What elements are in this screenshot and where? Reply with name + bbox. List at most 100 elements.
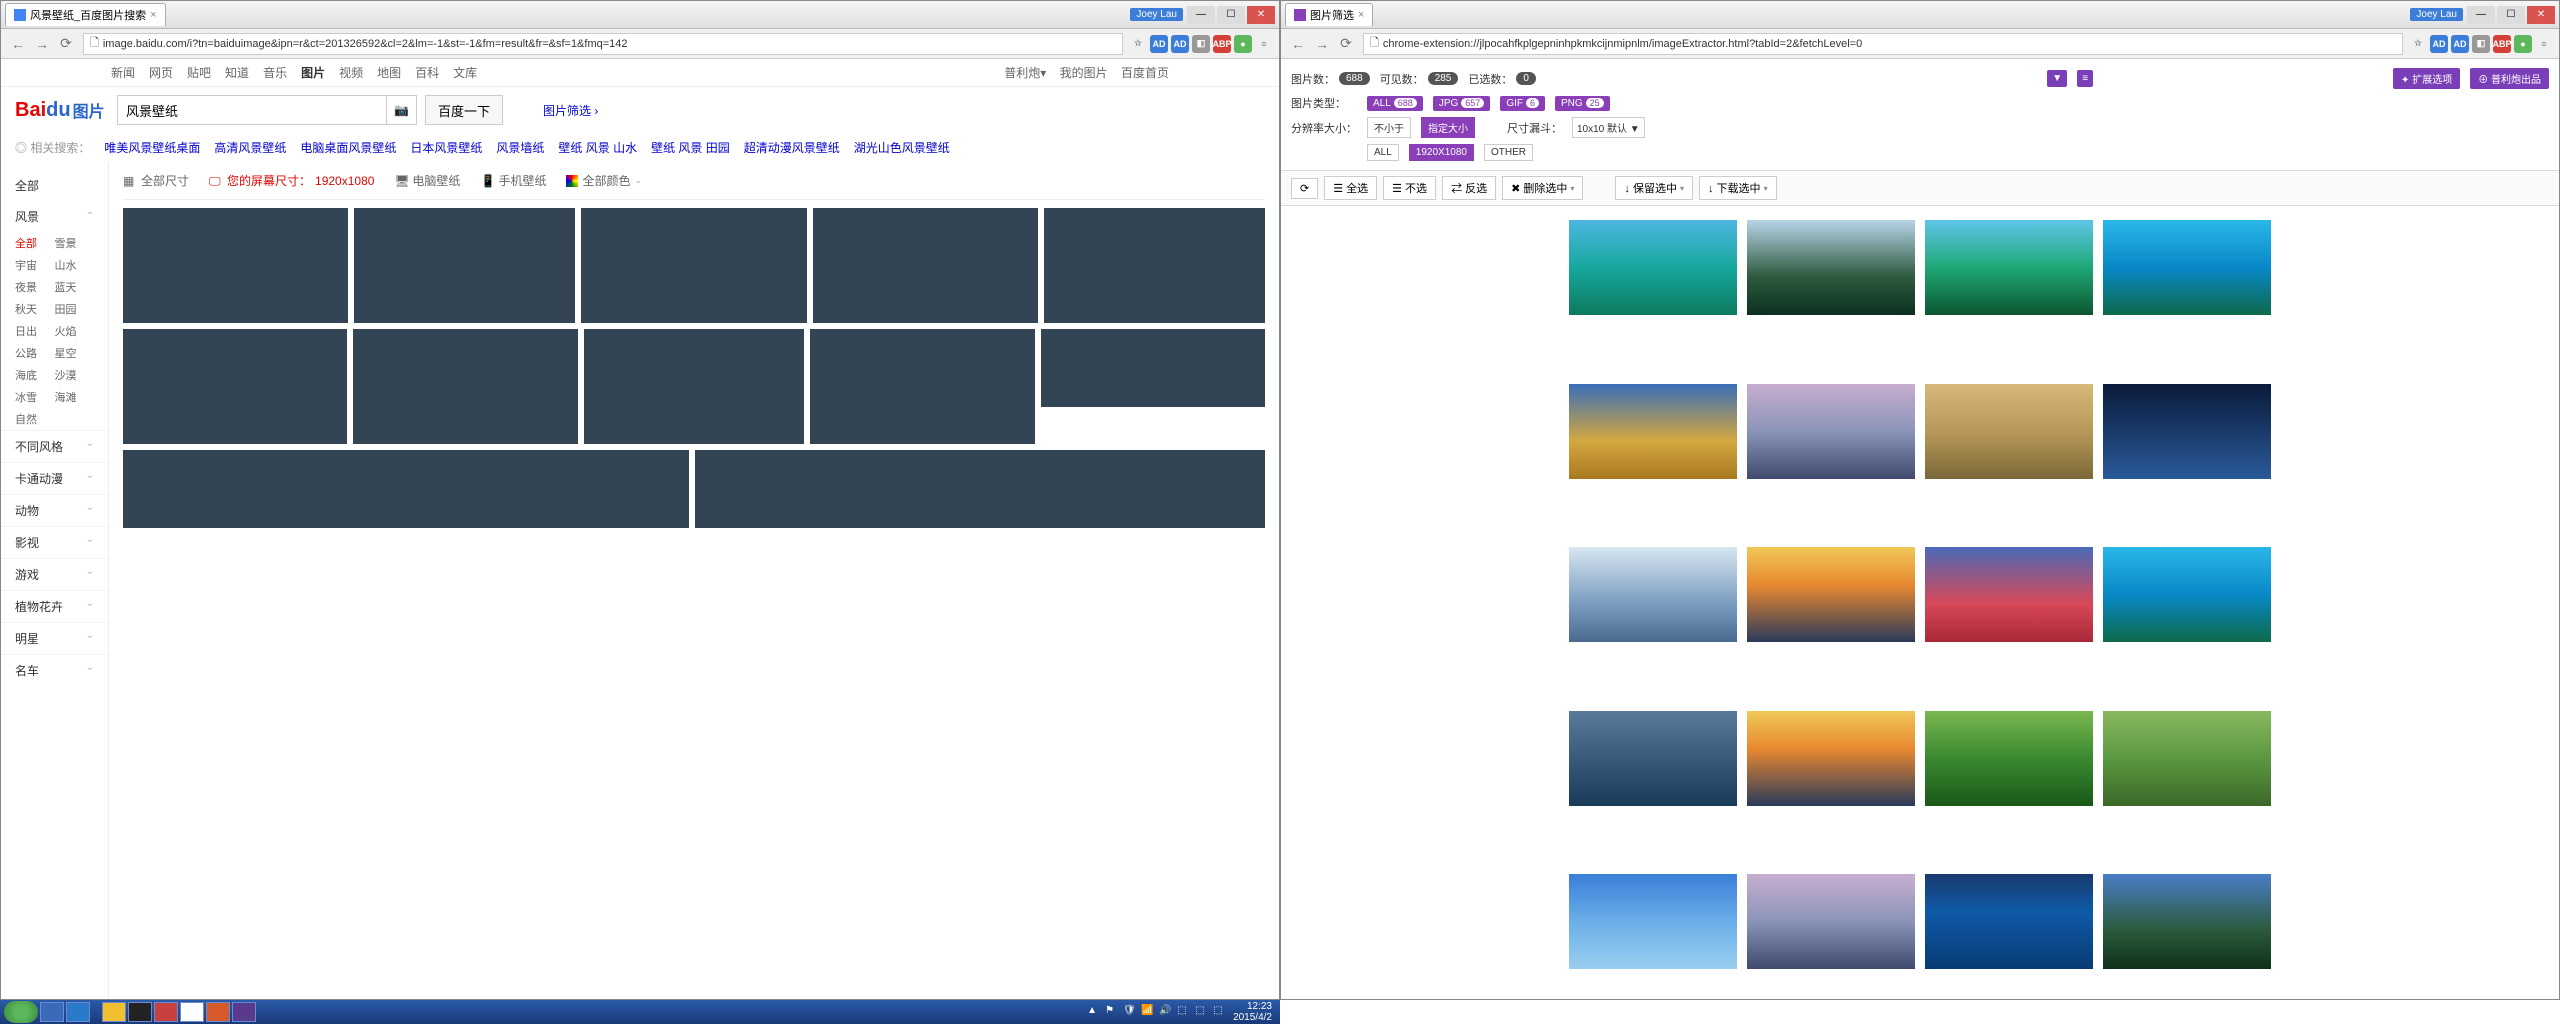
sidebar-cat[interactable]: 游戏⌄ <box>1 558 108 590</box>
left-titlebar[interactable]: 风景壁纸_百度图片搜索 × Joey Lau — ☐ ✕ <box>1 1 1279 29</box>
type-png-button[interactable]: PNG25 <box>1555 96 1610 111</box>
image-thumb[interactable] <box>1044 208 1265 323</box>
ext-green-icon[interactable]: ● <box>2514 35 2532 53</box>
image-thumb[interactable] <box>123 208 348 323</box>
start-button[interactable] <box>4 1001 38 1023</box>
tray-icon[interactable]: 📶 <box>1141 1005 1155 1019</box>
subcat-item[interactable]: 宇宙 <box>15 257 55 273</box>
nav-video[interactable]: 视频 <box>339 64 363 81</box>
related-link[interactable]: 壁纸 风景 田园 <box>651 139 730 156</box>
ext-thumb[interactable] <box>1925 220 2093 315</box>
close-button[interactable]: ✕ <box>2527 6 2555 24</box>
maximize-button[interactable]: ☐ <box>1217 6 1245 24</box>
ext-thumb[interactable] <box>1569 220 1737 315</box>
close-button[interactable]: ✕ <box>1247 6 1275 24</box>
subcat-item[interactable]: 星空 <box>55 345 95 361</box>
related-link[interactable]: 日本风景壁纸 <box>410 139 482 156</box>
nav-tieba[interactable]: 贴吧 <box>187 64 211 81</box>
nav-myimg[interactable]: 我的图片 <box>1060 66 1108 80</box>
maximize-button[interactable]: ☐ <box>2497 6 2525 24</box>
tray-icon[interactable]: 🔊 <box>1159 1005 1173 1019</box>
res-other-button[interactable]: OTHER <box>1484 144 1533 161</box>
subcat-item[interactable]: 全部 <box>15 235 55 251</box>
type-jpg-button[interactable]: JPG657 <box>1433 96 1490 111</box>
ext-ad-icon[interactable]: AD <box>2430 35 2448 53</box>
browser-tab[interactable]: 风景壁纸_百度图片搜索 × <box>5 3 166 26</box>
download-selected-button[interactable]: ↓ 下载选中▾ <box>1699 176 1777 200</box>
ext-thumb[interactable] <box>2103 874 2271 969</box>
sidebar-cat[interactable]: 不同风格⌄ <box>1 430 108 462</box>
res-all-button[interactable]: ALL <box>1367 144 1399 161</box>
res-min-button[interactable]: 不小于 <box>1367 117 1411 138</box>
browser-tab[interactable]: 图片筛选 × <box>1285 3 1373 26</box>
ext-thumb[interactable] <box>2103 711 2271 806</box>
ext-thumb[interactable] <box>1569 711 1737 806</box>
sidebar-cat[interactable]: 明星⌄ <box>1 622 108 654</box>
ext-thumb[interactable] <box>2103 384 2271 479</box>
ext-thumb[interactable] <box>1925 711 2093 806</box>
tab-close-icon[interactable]: × <box>1358 9 1364 21</box>
all-colors[interactable]: 全部颜色⌄ <box>566 172 642 189</box>
ext-thumb[interactable] <box>1569 547 1737 642</box>
taskbar-app-icon[interactable] <box>128 1002 152 1022</box>
select-all-button[interactable]: ☰ 全选 <box>1324 176 1377 200</box>
funnel-icon-button[interactable]: ▼ <box>2047 70 2067 87</box>
ext-ad2-icon[interactable]: AD <box>2451 35 2469 53</box>
image-thumb[interactable] <box>584 329 804 444</box>
image-thumb[interactable] <box>123 329 347 444</box>
ext-abp-icon[interactable]: ABP <box>2493 35 2511 53</box>
related-link[interactable]: 湖光山色风景壁纸 <box>854 139 950 156</box>
related-link[interactable]: 超清动漫风景壁纸 <box>744 139 840 156</box>
taskbar-chrome-icon[interactable] <box>102 1002 126 1022</box>
url-field[interactable]: 🗋 image.baidu.com/i?tn=baiduimage&ipn=r&… <box>83 33 1123 55</box>
windows-taskbar[interactable]: ▲ ⚑ 🛡 📶 🔊 ⬚ ⬚ ⬚ 12:23 2015/4/2 <box>0 1000 1280 1024</box>
nav-music[interactable]: 音乐 <box>263 64 287 81</box>
size-all[interactable]: ▦全部尺寸 <box>123 172 189 189</box>
menu-icon[interactable]: ≡ <box>2535 35 2553 53</box>
ext-gray-icon[interactable]: ◧ <box>2472 35 2490 53</box>
nav-web[interactable]: 网页 <box>149 64 173 81</box>
ext-thumb[interactable] <box>2103 220 2271 315</box>
camera-icon[interactable]: 📷 <box>387 95 417 125</box>
sidebar-cat[interactable]: 名车⌄ <box>1 654 108 686</box>
res-exact-button[interactable]: 指定大小 <box>1421 117 1475 138</box>
nav-user[interactable]: 普利炮▾ <box>1004 66 1046 80</box>
subcat-item[interactable]: 秋天 <box>15 301 55 317</box>
ext-thumb[interactable] <box>1569 874 1737 969</box>
ext-thumb[interactable] <box>1925 874 2093 969</box>
subcat-item[interactable]: 沙漠 <box>55 367 95 383</box>
tray-icon[interactable]: 🛡 <box>1123 1005 1137 1019</box>
subcat-item[interactable]: 蓝天 <box>55 279 95 295</box>
ext-thumb[interactable] <box>1925 384 2093 479</box>
funnel-select[interactable]: 10x10 默认 ▼ <box>1572 117 1645 138</box>
res-1920-button[interactable]: 1920X1080 <box>1409 144 1474 161</box>
your-screen[interactable]: 🖵您的屏幕尺寸：1920x1080 <box>209 172 374 189</box>
menu-icon[interactable]: ≡ <box>1255 35 1273 53</box>
ext-thumb[interactable] <box>1747 220 1915 315</box>
subcat-item[interactable]: 山水 <box>55 257 95 273</box>
subcat-item[interactable]: 冰雪 <box>15 389 55 405</box>
back-button[interactable]: ← <box>1287 33 1309 55</box>
taskbar-clock[interactable]: 12:23 2015/4/2 <box>1229 1001 1276 1023</box>
minimize-button[interactable]: — <box>1187 6 1215 24</box>
subcat-item[interactable]: 火焰 <box>55 323 95 339</box>
sidebar-cat[interactable]: 植物花卉⌄ <box>1 590 108 622</box>
sidebar-scenery[interactable]: 风景 ⌃ <box>1 201 108 232</box>
image-thumb[interactable] <box>810 329 1034 444</box>
delete-selected-button[interactable]: ✖ 删除选中▾ <box>1502 176 1583 200</box>
ext-abp-icon[interactable]: ABP <box>1213 35 1231 53</box>
ext-thumb[interactable] <box>1747 874 1915 969</box>
tray-icon[interactable]: ▲ <box>1087 1005 1101 1019</box>
taskbar-app-icon[interactable] <box>232 1002 256 1022</box>
forward-button[interactable]: → <box>1311 33 1333 55</box>
image-thumb[interactable] <box>695 450 1265 528</box>
subcat-item[interactable]: 雪景 <box>55 235 95 251</box>
star-icon[interactable]: ☆ <box>1129 35 1147 53</box>
sidebar-all[interactable]: 全部 <box>1 170 108 201</box>
baidu-logo[interactable]: Baidu图片 <box>15 93 107 127</box>
nav-image[interactable]: 图片 <box>301 64 325 81</box>
related-link[interactable]: 风景墙纸 <box>496 139 544 156</box>
nav-wenku[interactable]: 文库 <box>453 64 477 81</box>
related-link[interactable]: 唯美风景壁纸桌面 <box>104 139 200 156</box>
type-all-button[interactable]: ALL688 <box>1367 96 1423 111</box>
